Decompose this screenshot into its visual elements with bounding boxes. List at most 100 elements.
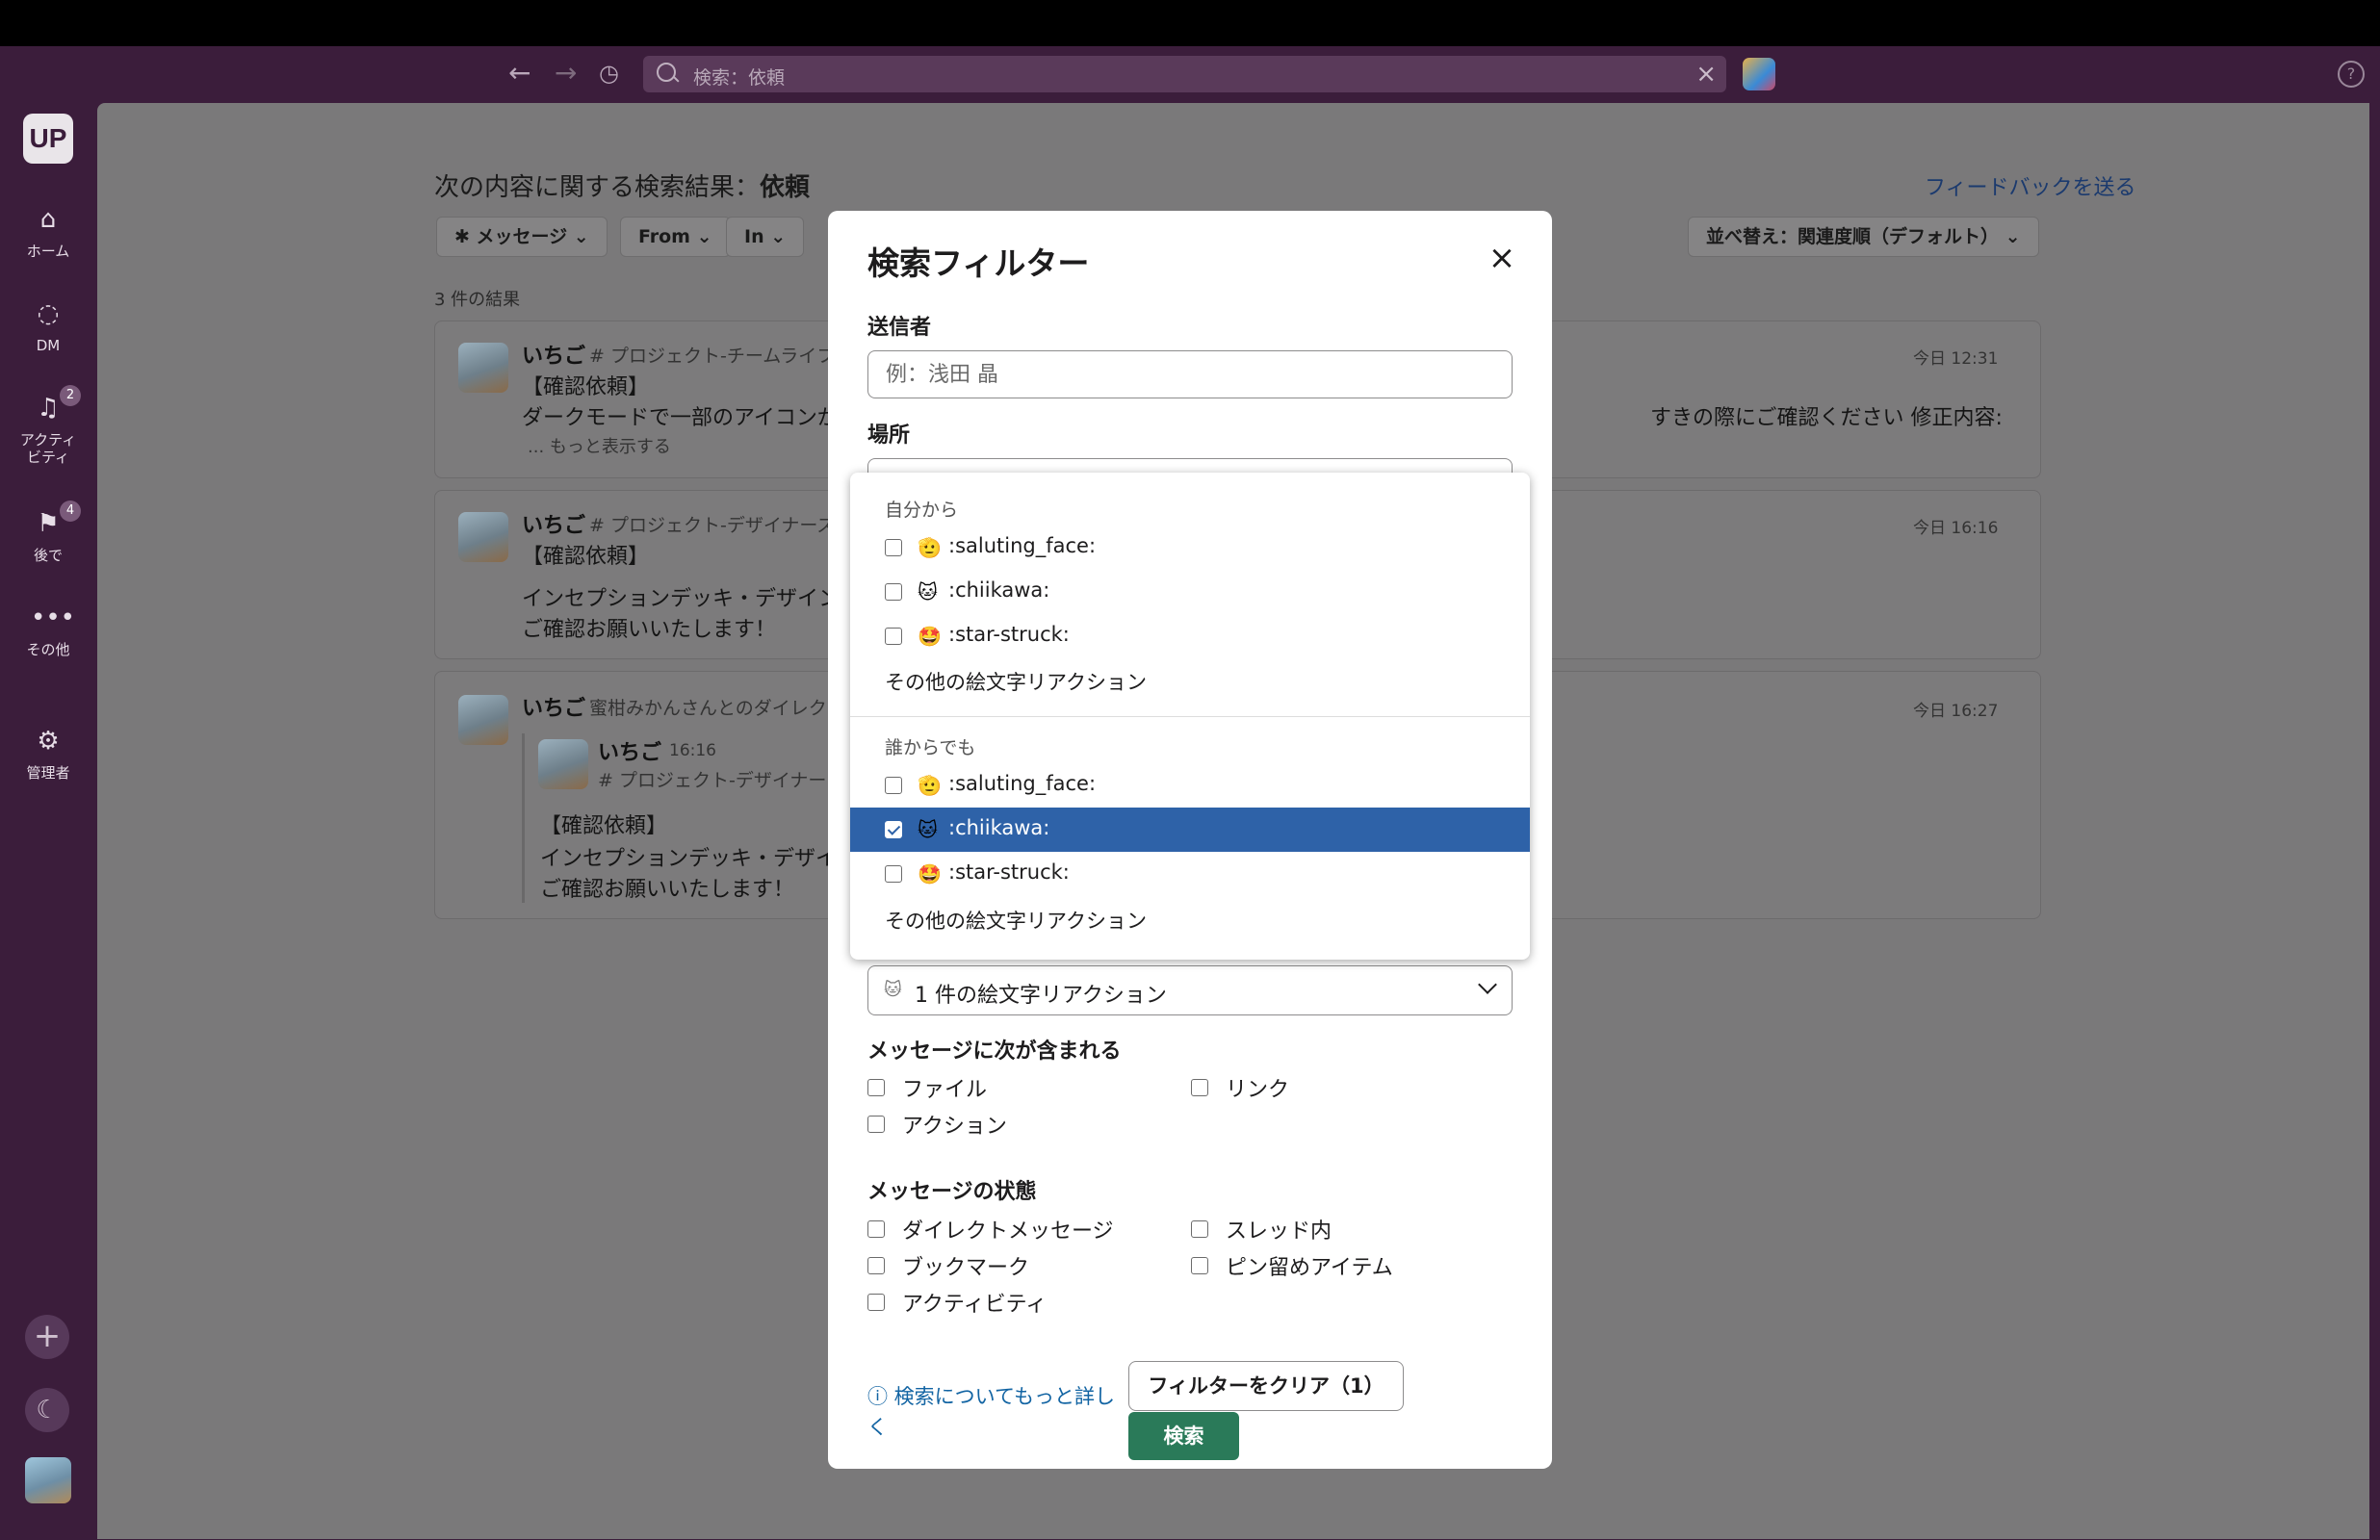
option-checkbox[interactable]	[885, 539, 902, 556]
thread-checkbox[interactable]	[1191, 1220, 1208, 1238]
option-checkbox[interactable]	[885, 865, 902, 883]
option-checkbox[interactable]	[885, 777, 902, 794]
app-window: ← → ◷ 検索：依頼 × ? UP ⌂ ホーム ◌ DM ♫ アクティ ビティ…	[0, 46, 2380, 1540]
action-checkbox[interactable]	[867, 1116, 885, 1133]
timestamp: 今日 12:31	[1913, 349, 1999, 369]
in-filter-label: In	[744, 226, 764, 247]
option-checkbox-checked[interactable]	[885, 821, 902, 838]
forward-arrow-icon[interactable]: →	[555, 60, 577, 87]
page-title: 次の内容に関する検索結果：依頼	[434, 167, 810, 203]
option-checkbox[interactable]	[885, 583, 902, 601]
chiikawa-icon: 🐱	[884, 980, 902, 1000]
avatar	[458, 695, 508, 745]
option-label: :chiikawa:	[948, 578, 1050, 602]
clear-filter-button[interactable]: フィルターをクリア（1）	[1128, 1361, 1404, 1411]
window-top-bar	[0, 0, 2380, 46]
more-reactions-option[interactable]: その他の絵文字リアクション	[885, 906, 1147, 935]
user-avatar-top[interactable]	[1743, 58, 1775, 90]
sender-name: いちご	[522, 697, 586, 721]
show-more-link[interactable]: ... もっと表示する	[528, 433, 671, 458]
sidebar-item-later[interactable]: ⚑ 後で 4	[0, 500, 96, 564]
reaction-select[interactable]: 🐱 1 件の絵文字リアクション	[867, 965, 1513, 1015]
sidebar-item-label: その他	[26, 641, 70, 658]
modal-title: 検索フィルター	[867, 244, 1090, 282]
in-filter-button[interactable]: In ⌄	[726, 217, 805, 257]
option-checkbox[interactable]	[885, 628, 902, 645]
sender-name: いちご	[598, 741, 662, 765]
channel-name[interactable]: # プロジェクト-デザイナーズ	[589, 511, 836, 537]
channel-name[interactable]: # プロジェクト-チームライフ	[589, 342, 835, 368]
sidebar-item-activity[interactable]: ♫ アクティ ビティ 2	[0, 385, 96, 466]
history-icon[interactable]: ◷	[599, 60, 619, 87]
reaction-option[interactable]: 🤩 :star-struck:	[850, 614, 1530, 658]
message-line: ダークモードで一部のアイコンが	[522, 406, 839, 430]
sidebar-item-label: 後で	[33, 547, 63, 564]
more-reactions-option[interactable]: その他の絵文字リアクション	[885, 667, 1147, 696]
bookmark-checkbox[interactable]	[867, 1257, 885, 1274]
dm-label: ダイレクトメッセージ	[902, 1219, 1114, 1244]
from-filter-button[interactable]: From ⌄	[620, 217, 731, 257]
result-count: 3 件の結果	[434, 290, 521, 310]
feedback-link[interactable]: フィードバックを送る	[1925, 170, 2136, 201]
messages-filter-button[interactable]: ✱ メッセージ ⌄	[436, 217, 608, 257]
title-query: 依頼	[760, 173, 811, 202]
back-arrow-icon[interactable]: ←	[508, 60, 530, 87]
message-line: インセプションデッキ・デザイン	[522, 587, 841, 611]
add-button[interactable]: +	[25, 1315, 69, 1359]
later-badge: 4	[60, 500, 81, 522]
sender-input[interactable]: 例：浅田 晶	[867, 350, 1513, 398]
divider	[850, 716, 1530, 717]
sort-button[interactable]: 並べ替え：関連度順（デフォルト） ⌄	[1688, 217, 2039, 257]
activity-label: アクティビティ	[902, 1293, 1048, 1317]
more-icon: •••	[31, 603, 76, 632]
reaction-option[interactable]: 🫡 :saluting_face:	[850, 526, 1530, 570]
reaction-option[interactable]: 🤩 :star-struck:	[850, 852, 1530, 896]
learn-more-link-cont[interactable]: く	[867, 1412, 888, 1441]
message-line: 【確認依頼】	[522, 375, 650, 399]
home-icon: ⌂	[39, 205, 57, 234]
close-icon[interactable]: ×	[1486, 242, 1518, 274]
sidebar-item-label: DM	[36, 337, 61, 354]
reaction-option-selected[interactable]: 🐱 :chiikawa:	[850, 808, 1530, 852]
sender-label: 送信者	[867, 316, 932, 340]
status-label: メッセージの状態	[867, 1180, 1037, 1204]
moon-icon[interactable]: ☾	[25, 1388, 69, 1432]
sidebar-item-home[interactable]: ⌂ ホーム	[0, 202, 96, 260]
avatar[interactable]	[25, 1457, 71, 1503]
reaction-option[interactable]: 🫡 :saluting_face:	[850, 763, 1530, 808]
channel-name: # プロジェクト-デザイナー	[598, 770, 827, 791]
pinned-checkbox[interactable]	[1191, 1257, 1208, 1274]
activity-checkbox[interactable]	[867, 1294, 885, 1311]
sender-name: いちご	[522, 514, 586, 538]
reaction-option[interactable]: 🐱 :chiikawa:	[850, 570, 1530, 614]
from-filter-label: From	[638, 226, 690, 247]
timestamp: 今日 16:27	[1913, 702, 1999, 721]
message-line: インセプションデッキ・デザイ	[540, 847, 838, 871]
dm-checkbox[interactable]	[867, 1220, 885, 1238]
help-icon[interactable]: ?	[2338, 61, 2365, 88]
learn-more-link[interactable]: ⓘ 検索についてもっと詳し	[867, 1381, 1115, 1410]
file-checkbox[interactable]	[867, 1079, 885, 1096]
option-label: :saluting_face:	[948, 772, 1097, 795]
message-line: すきの際にご確認ください 修正内容:	[1650, 406, 2003, 430]
dm-icon: ◌	[37, 299, 60, 328]
chiikawa-icon: 🐱	[918, 818, 938, 841]
search-bar[interactable]: 検索：依頼 ×	[643, 56, 1726, 92]
link-checkbox[interactable]	[1191, 1079, 1208, 1096]
sidebar-item-admin[interactable]: ⚙ 管理者	[0, 724, 96, 782]
sidebar-item-more[interactable]: ••• その他	[0, 601, 96, 658]
option-label: :star-struck:	[948, 623, 1070, 646]
channel-name[interactable]: 蜜柑みかんさんとのダイレク	[589, 694, 827, 720]
sidebar-item-dm[interactable]: ◌ DM	[0, 296, 96, 354]
star-struck-icon: 🤩	[918, 625, 942, 648]
bookmark-label: ブックマーク	[902, 1256, 1030, 1280]
message-line: ご確認お願いいたします！	[522, 618, 777, 642]
reaction-select-value: 1 件の絵文字リアクション	[915, 984, 1167, 1008]
message-line: ご確認お願いいたします！	[540, 878, 795, 902]
clear-search-icon[interactable]: ×	[1695, 60, 1717, 89]
activity-badge: 2	[60, 385, 81, 406]
search-button[interactable]: 検索	[1128, 1412, 1239, 1460]
contains-label: メッセージに次が含まれる	[867, 1040, 1122, 1064]
gear-icon: ⚙	[37, 727, 60, 756]
workspace-logo[interactable]: UP	[23, 114, 73, 164]
